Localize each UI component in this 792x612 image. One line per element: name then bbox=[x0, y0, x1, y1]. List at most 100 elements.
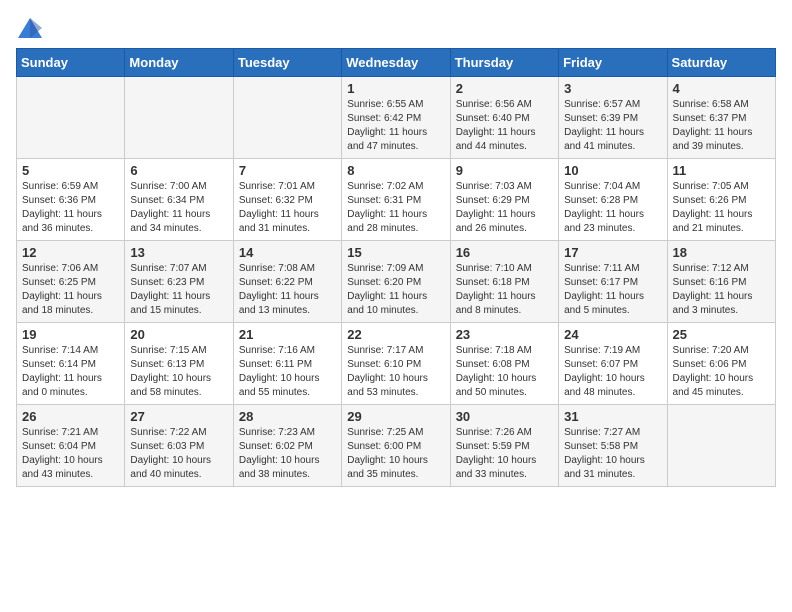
calendar-cell: 30 Sunrise: 7:26 AMSunset: 5:59 PMDayligh… bbox=[450, 405, 558, 487]
day-info: Sunrise: 7:25 AMSunset: 6:00 PMDaylight:… bbox=[347, 426, 444, 482]
calendar-cell: 12 Sunrise: 7:06 AMSunset: 6:25 PMDayligh… bbox=[17, 241, 125, 323]
day-number: 10 bbox=[564, 163, 661, 178]
logo bbox=[16, 16, 48, 40]
day-number: 31 bbox=[564, 409, 661, 424]
calendar-cell: 23Sunrise: 7:18 AMSunset: 6:08 PMDayligh… bbox=[450, 323, 558, 405]
calendar-cell: 6 Sunrise: 7:00 AMSunset: 6:34 PMDaylight… bbox=[125, 159, 233, 241]
header-day-tuesday: Tuesday bbox=[233, 49, 341, 77]
day-info: Sunrise: 6:57 AMSunset: 6:39 PMDaylight:… bbox=[564, 98, 661, 154]
calendar-cell: 4 Sunrise: 6:58 AMSunset: 6:37 PMDaylight… bbox=[667, 77, 775, 159]
calendar-cell: 3 Sunrise: 6:57 AMSunset: 6:39 PMDaylight… bbox=[559, 77, 667, 159]
day-info: Sunrise: 7:11 AMSunset: 6:17 PMDaylight:… bbox=[564, 262, 661, 318]
day-number: 30 bbox=[456, 409, 553, 424]
day-number: 26 bbox=[22, 409, 119, 424]
day-number: 4 bbox=[673, 81, 770, 96]
calendar-cell: 2 Sunrise: 6:56 AMSunset: 6:40 PMDaylight… bbox=[450, 77, 558, 159]
day-number: 27 bbox=[130, 409, 227, 424]
calendar-cell: 5 Sunrise: 6:59 AMSunset: 6:36 PMDaylight… bbox=[17, 159, 125, 241]
calendar-cell: 16Sunrise: 7:10 AMSunset: 6:18 PMDayligh… bbox=[450, 241, 558, 323]
header-day-sunday: Sunday bbox=[17, 49, 125, 77]
calendar-cell: 25 Sunrise: 7:20 AMSunset: 6:06 PMDayligh… bbox=[667, 323, 775, 405]
day-number: 15 bbox=[347, 245, 444, 260]
calendar-cell bbox=[17, 77, 125, 159]
day-info: Sunrise: 7:20 AMSunset: 6:06 PMDaylight:… bbox=[673, 344, 770, 400]
day-info: Sunrise: 6:56 AMSunset: 6:40 PMDaylight:… bbox=[456, 98, 553, 154]
week-row-2: 5 Sunrise: 6:59 AMSunset: 6:36 PMDaylight… bbox=[17, 159, 776, 241]
calendar-cell bbox=[125, 77, 233, 159]
calendar-cell: 26 Sunrise: 7:21 AMSunset: 6:04 PMDayligh… bbox=[17, 405, 125, 487]
day-info: Sunrise: 7:19 AMSunset: 6:07 PMDaylight:… bbox=[564, 344, 661, 400]
header-day-friday: Friday bbox=[559, 49, 667, 77]
day-info: Sunrise: 7:09 AMSunset: 6:20 PMDaylight:… bbox=[347, 262, 444, 318]
calendar-cell bbox=[667, 405, 775, 487]
calendar-cell: 20 Sunrise: 7:15 AMSunset: 6:13 PMDayligh… bbox=[125, 323, 233, 405]
day-info: Sunrise: 7:06 AMSunset: 6:25 PMDaylight:… bbox=[22, 262, 119, 318]
day-info: Sunrise: 6:59 AMSunset: 6:36 PMDaylight:… bbox=[22, 180, 119, 236]
day-info: Sunrise: 7:03 AMSunset: 6:29 PMDaylight:… bbox=[456, 180, 553, 236]
calendar-cell: 1Sunrise: 6:55 AMSunset: 6:42 PMDaylight… bbox=[342, 77, 450, 159]
calendar-cell: 31Sunrise: 7:27 AMSunset: 5:58 PMDayligh… bbox=[559, 405, 667, 487]
day-number: 8 bbox=[347, 163, 444, 178]
day-info: Sunrise: 7:07 AMSunset: 6:23 PMDaylight:… bbox=[130, 262, 227, 318]
week-row-5: 26 Sunrise: 7:21 AMSunset: 6:04 PMDayligh… bbox=[17, 405, 776, 487]
calendar: SundayMondayTuesdayWednesdayThursdayFrid… bbox=[16, 48, 776, 487]
day-number: 18 bbox=[673, 245, 770, 260]
day-number: 22 bbox=[347, 327, 444, 342]
day-number: 9 bbox=[456, 163, 553, 178]
day-info: Sunrise: 6:58 AMSunset: 6:37 PMDaylight:… bbox=[673, 98, 770, 154]
day-info: Sunrise: 7:22 AMSunset: 6:03 PMDaylight:… bbox=[130, 426, 227, 482]
day-info: Sunrise: 7:12 AMSunset: 6:16 PMDaylight:… bbox=[673, 262, 770, 318]
calendar-cell: 19 Sunrise: 7:14 AMSunset: 6:14 PMDayligh… bbox=[17, 323, 125, 405]
calendar-cell: 18 Sunrise: 7:12 AMSunset: 6:16 PMDayligh… bbox=[667, 241, 775, 323]
day-info: Sunrise: 7:26 AMSunset: 5:59 PMDaylight:… bbox=[456, 426, 553, 482]
day-number: 17 bbox=[564, 245, 661, 260]
logo-icon bbox=[16, 16, 44, 40]
day-number: 23 bbox=[456, 327, 553, 342]
calendar-cell: 9 Sunrise: 7:03 AMSunset: 6:29 PMDaylight… bbox=[450, 159, 558, 241]
day-number: 29 bbox=[347, 409, 444, 424]
day-number: 1 bbox=[347, 81, 444, 96]
week-row-3: 12 Sunrise: 7:06 AMSunset: 6:25 PMDayligh… bbox=[17, 241, 776, 323]
day-number: 3 bbox=[564, 81, 661, 96]
day-number: 25 bbox=[673, 327, 770, 342]
calendar-cell: 21 Sunrise: 7:16 AMSunset: 6:11 PMDayligh… bbox=[233, 323, 341, 405]
day-info: Sunrise: 7:17 AMSunset: 6:10 PMDaylight:… bbox=[347, 344, 444, 400]
calendar-cell: 27 Sunrise: 7:22 AMSunset: 6:03 PMDayligh… bbox=[125, 405, 233, 487]
calendar-cell: 13 Sunrise: 7:07 AMSunset: 6:23 PMDayligh… bbox=[125, 241, 233, 323]
day-number: 14 bbox=[239, 245, 336, 260]
day-info: Sunrise: 7:15 AMSunset: 6:13 PMDaylight:… bbox=[130, 344, 227, 400]
header bbox=[16, 16, 776, 40]
calendar-cell: 11Sunrise: 7:05 AMSunset: 6:26 PMDayligh… bbox=[667, 159, 775, 241]
day-info: Sunrise: 7:08 AMSunset: 6:22 PMDaylight:… bbox=[239, 262, 336, 318]
day-info: Sunrise: 7:21 AMSunset: 6:04 PMDaylight:… bbox=[22, 426, 119, 482]
calendar-cell: 14 Sunrise: 7:08 AMSunset: 6:22 PMDayligh… bbox=[233, 241, 341, 323]
day-number: 6 bbox=[130, 163, 227, 178]
day-number: 24 bbox=[564, 327, 661, 342]
day-number: 20 bbox=[130, 327, 227, 342]
header-day-thursday: Thursday bbox=[450, 49, 558, 77]
calendar-header-row: SundayMondayTuesdayWednesdayThursdayFrid… bbox=[17, 49, 776, 77]
calendar-cell: 15 Sunrise: 7:09 AMSunset: 6:20 PMDayligh… bbox=[342, 241, 450, 323]
calendar-cell: 17 Sunrise: 7:11 AMSunset: 6:17 PMDayligh… bbox=[559, 241, 667, 323]
calendar-cell: 29 Sunrise: 7:25 AMSunset: 6:00 PMDayligh… bbox=[342, 405, 450, 487]
day-info: Sunrise: 7:00 AMSunset: 6:34 PMDaylight:… bbox=[130, 180, 227, 236]
day-number: 21 bbox=[239, 327, 336, 342]
day-number: 13 bbox=[130, 245, 227, 260]
calendar-cell: 24 Sunrise: 7:19 AMSunset: 6:07 PMDayligh… bbox=[559, 323, 667, 405]
day-number: 28 bbox=[239, 409, 336, 424]
day-info: Sunrise: 7:23 AMSunset: 6:02 PMDaylight:… bbox=[239, 426, 336, 482]
calendar-cell: 10 Sunrise: 7:04 AMSunset: 6:28 PMDayligh… bbox=[559, 159, 667, 241]
day-info: Sunrise: 7:01 AMSunset: 6:32 PMDaylight:… bbox=[239, 180, 336, 236]
day-info: Sunrise: 7:14 AMSunset: 6:14 PMDaylight:… bbox=[22, 344, 119, 400]
calendar-cell: 22 Sunrise: 7:17 AMSunset: 6:10 PMDayligh… bbox=[342, 323, 450, 405]
day-number: 2 bbox=[456, 81, 553, 96]
day-info: Sunrise: 7:16 AMSunset: 6:11 PMDaylight:… bbox=[239, 344, 336, 400]
day-number: 19 bbox=[22, 327, 119, 342]
week-row-1: 1Sunrise: 6:55 AMSunset: 6:42 PMDaylight… bbox=[17, 77, 776, 159]
day-info: Sunrise: 7:10 AMSunset: 6:18 PMDaylight:… bbox=[456, 262, 553, 318]
header-day-wednesday: Wednesday bbox=[342, 49, 450, 77]
day-number: 5 bbox=[22, 163, 119, 178]
day-number: 12 bbox=[22, 245, 119, 260]
calendar-cell: 7Sunrise: 7:01 AMSunset: 6:32 PMDaylight… bbox=[233, 159, 341, 241]
day-info: Sunrise: 7:04 AMSunset: 6:28 PMDaylight:… bbox=[564, 180, 661, 236]
